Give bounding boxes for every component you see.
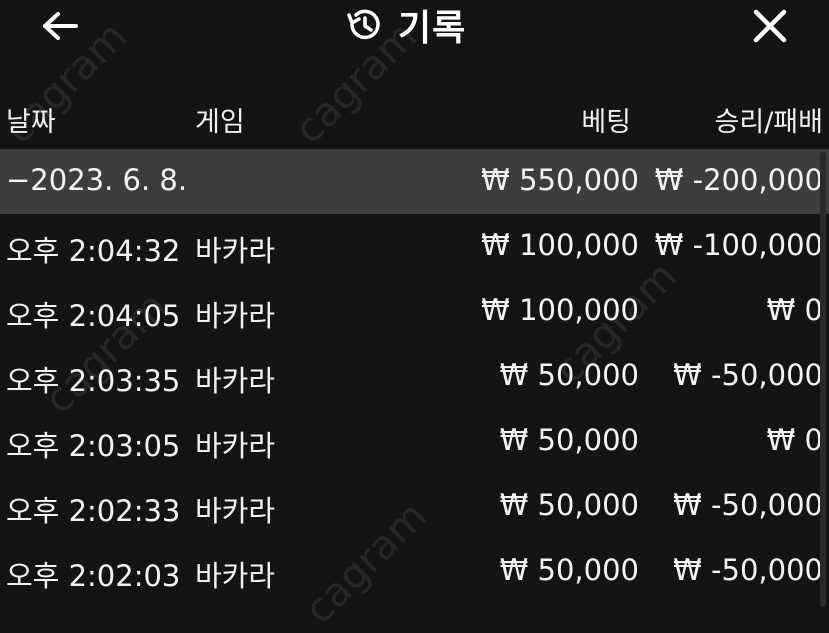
- record-time: 오후 2:04:32: [6, 234, 181, 268]
- record-time: 오후 2:02:03: [6, 559, 181, 593]
- record-time: 오후 2:03:35: [6, 364, 181, 398]
- table-row[interactable]: 오후 2:03:35 바카라 ₩ 50,000 ₩ -50,000: [0, 344, 829, 409]
- scrollbar[interactable]: [820, 152, 826, 607]
- record-bet: ₩ 50,000: [499, 553, 639, 587]
- record-game: 바카라: [195, 559, 276, 593]
- record-bet: ₩ 100,000: [481, 228, 639, 262]
- record-result: ₩ 0: [766, 423, 823, 457]
- arrow-left-icon: [43, 12, 78, 40]
- record-game: 바카라: [195, 494, 276, 528]
- date-group-row[interactable]: −2023. 6. 8. ₩ 550,000 ₩ -200,000: [0, 149, 829, 214]
- page-title-group: 기록: [344, 2, 467, 49]
- history-icon: [344, 5, 384, 45]
- record-bet: ₩ 50,000: [499, 423, 639, 457]
- close-button[interactable]: [744, 4, 796, 48]
- page-title: 기록: [398, 8, 467, 49]
- record-game: 바카라: [195, 429, 276, 463]
- top-bar: 기록: [0, 0, 829, 60]
- table-row[interactable]: 오후 2:02:33 바카라 ₩ 50,000 ₩ -50,000: [0, 474, 829, 539]
- table-header: 날짜 게임 베팅 승리/패배: [0, 92, 829, 142]
- record-bet: ₩ 50,000: [499, 488, 639, 522]
- record-time: 오후 2:04:05: [6, 299, 181, 333]
- record-result: ₩ 0: [766, 293, 823, 327]
- table-row[interactable]: 오후 2:04:32 바카라 ₩ 100,000 ₩ -100,000: [0, 214, 829, 279]
- record-time: 오후 2:02:33: [6, 494, 181, 528]
- record-game: 바카라: [195, 234, 276, 268]
- record-game: 바카라: [195, 299, 276, 333]
- column-header-result[interactable]: 승리/패배: [715, 100, 823, 139]
- back-button[interactable]: [34, 6, 86, 46]
- record-time: 오후 2:03:05: [6, 429, 181, 463]
- column-header-bet[interactable]: 베팅: [581, 100, 631, 139]
- record-result: ₩ -100,000: [654, 228, 823, 262]
- table-row[interactable]: 오후 2:03:05 바카라 ₩ 50,000 ₩ 0: [0, 409, 829, 474]
- history-table: −2023. 6. 8. ₩ 550,000 ₩ -200,000 오후 2:0…: [0, 149, 829, 604]
- column-header-game[interactable]: 게임: [195, 100, 245, 139]
- record-result: ₩ -50,000: [673, 553, 823, 587]
- record-bet: ₩ 100,000: [481, 293, 639, 327]
- table-row[interactable]: 오후 2:02:03 바카라 ₩ 50,000 ₩ -50,000: [0, 539, 829, 604]
- record-bet: ₩ 50,000: [499, 358, 639, 392]
- table-row[interactable]: 오후 2:04:05 바카라 ₩ 100,000 ₩ 0: [0, 279, 829, 344]
- record-game: 바카라: [195, 364, 276, 398]
- date-group-result-total: ₩ -200,000: [654, 163, 823, 197]
- close-icon: [753, 9, 787, 43]
- record-result: ₩ -50,000: [673, 488, 823, 522]
- date-group-label: −2023. 6. 8.: [6, 163, 188, 197]
- date-group-bet-total: ₩ 550,000: [481, 163, 639, 197]
- record-result: ₩ -50,000: [673, 358, 823, 392]
- column-header-date[interactable]: 날짜: [6, 100, 56, 139]
